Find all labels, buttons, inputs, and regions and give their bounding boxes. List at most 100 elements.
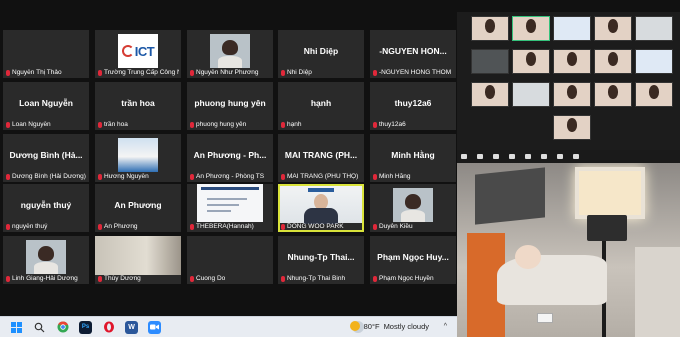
participant-tile[interactable]: trần hoa trần hoa	[95, 82, 181, 130]
photo-of-treatment-room	[457, 163, 680, 337]
participant-name-label: trần hoa	[98, 121, 179, 128]
participant-name-label: Hương Nguyễn	[98, 173, 179, 180]
participant-display-name: nguyễn thuý	[20, 200, 72, 211]
mic-muted-icon	[281, 173, 285, 180]
mic-muted-icon	[373, 121, 377, 128]
participant-tile[interactable]: Thùy Dương	[95, 236, 181, 284]
participant-tile[interactable]: MAI TRANG (PH... MAI TRANG (PHÚ THỌ)	[278, 134, 364, 182]
weather-desc: Mostly cloudy	[383, 321, 429, 331]
participant-name-label: Linh Giang-Hải Dương	[6, 275, 87, 282]
participant-name: Nguyễn Thị Thảo	[12, 69, 62, 76]
participant-name: hạnh	[287, 121, 302, 128]
participant-tile[interactable]: nguyễn thuý nguyễn thuý	[3, 184, 89, 232]
participant-tile[interactable]: -NGUYEN HON... -NGUYEN HONG THOM	[370, 30, 456, 78]
participant-tile[interactable]: Nguyễn Thị Thảo	[3, 30, 89, 78]
participant-name-label: Dương Bình (Hải Dương)	[6, 173, 87, 180]
participant-name-label: An Phương	[98, 223, 179, 230]
participant-name: Phạm Ngọc Huyền	[379, 275, 434, 282]
weather-temp: 80°F	[363, 321, 380, 331]
participant-tile[interactable]: Duyên Kiều	[370, 184, 456, 232]
participant-name: Hương Nguyễn	[104, 173, 149, 180]
mic-muted-icon	[6, 69, 10, 76]
participant-tile[interactable]: Loan Nguyễn Loan Nguyễn	[3, 82, 89, 130]
chrome-icon[interactable]	[56, 321, 69, 334]
mic-muted-icon	[190, 121, 194, 128]
screenshot-root: Nguyễn Thị Thảo ICT Trường Trung Cấp Công …	[0, 0, 680, 337]
participant-name: Minh Hằng	[379, 173, 411, 180]
participant-name: Duyên Kiều	[379, 223, 413, 230]
mic-muted-icon	[281, 121, 285, 128]
participant-tile[interactable]: Hương Nguyễn	[95, 134, 181, 182]
participant-name: Loan Nguyễn	[12, 121, 51, 128]
photo-zoom-titlebar	[457, 0, 680, 12]
participant-name: THEBERA(Hannah)	[196, 223, 254, 230]
tray-chevron-icon[interactable]: ^	[444, 323, 447, 330]
participant-name-label: Nguyễn Như Phương	[190, 69, 271, 76]
participant-tile[interactable]: THEBERA(Hannah)	[187, 184, 273, 232]
mic-muted-icon	[190, 275, 194, 282]
mic-muted-icon	[190, 69, 194, 76]
participant-name-label: An Phương - Phòng TS	[190, 173, 271, 180]
participant-tile[interactable]: thuy12a6 thuy12a6	[370, 82, 456, 130]
mic-muted-icon	[98, 223, 102, 230]
mic-muted-icon	[98, 173, 102, 180]
photoshop-icon[interactable]: Ps	[79, 320, 92, 334]
opera-icon[interactable]	[102, 321, 115, 334]
participant-tile[interactable]: Nhung-Tp Thai... Nhung-Tp Thai Binh	[278, 236, 364, 284]
word-icon[interactable]: W	[125, 320, 138, 334]
participant-tile[interactable]: Cuong Do	[187, 236, 273, 284]
participant-name: Linh Giang-Hải Dương	[12, 275, 78, 282]
participant-tile[interactable]: Linh Giang-Hải Dương	[3, 236, 89, 284]
participant-display-name: Loan Nguyễn	[19, 98, 73, 109]
mic-muted-icon	[190, 173, 194, 180]
weather-widget[interactable]: 80°F Mostly cloudy	[349, 321, 429, 331]
photo-panel	[457, 0, 680, 337]
participant-tile[interactable]: Nhi Diệp Nhi Diệp	[278, 30, 364, 78]
participant-name: trần hoa	[104, 121, 128, 128]
participant-tile[interactable]: An Phương An Phương	[95, 184, 181, 232]
group-photo-video	[118, 138, 158, 172]
participant-name: Thùy Dương	[104, 275, 141, 282]
participant-name-label: Nhung-Tp Thai Binh	[281, 275, 362, 282]
participant-tile[interactable]: ICT Trường Trung Cấp Công N...	[95, 30, 181, 78]
participant-tile[interactable]: Nguyễn Như Phương	[187, 30, 273, 78]
participant-display-name: An Phương	[114, 200, 162, 211]
mic-muted-icon	[98, 69, 102, 76]
mic-muted-icon	[6, 275, 10, 282]
participant-tile[interactable]: Dương Bình (Hả... Dương Bình (Hải Dương)	[3, 134, 89, 182]
participant-name: -NGUYEN HONG THOM	[379, 69, 452, 76]
mic-muted-icon	[98, 275, 102, 282]
participant-display-name: thuy12a6	[394, 98, 432, 109]
mic-muted-icon	[373, 69, 377, 76]
search-icon[interactable]	[33, 321, 46, 334]
participant-name: nguyễn thuý	[12, 223, 48, 230]
participant-name: thuy12a6	[379, 121, 406, 128]
participant-name: Nguyễn Như Phương	[196, 69, 259, 76]
participant-name-label: Nhi Diệp	[281, 69, 362, 76]
participant-tile[interactable]: hạnh hạnh	[278, 82, 364, 130]
shared-slide-video	[197, 184, 263, 222]
windows-icon[interactable]	[10, 321, 23, 334]
mic-muted-icon	[373, 223, 377, 230]
participant-display-name: Minh Hằng	[391, 150, 435, 161]
participant-tile[interactable]: An Phương - Ph... An Phương - Phòng TS	[187, 134, 273, 182]
participant-tile[interactable]: phuong hung yên phuong hung yên	[187, 82, 273, 130]
participant-name: Cuong Do	[196, 275, 226, 282]
zoom-gallery-view: Nguyễn Thị Thảo ICT Trường Trung Cấp Công …	[0, 0, 457, 316]
zoom-icon[interactable]	[148, 320, 161, 334]
participant-display-name: MAI TRANG (PH...	[284, 150, 358, 161]
participant-name-label: Duyên Kiều	[373, 223, 454, 230]
participant-name-label: MAI TRANG (PHÚ THỌ)	[281, 173, 362, 180]
mic-muted-icon	[190, 223, 194, 230]
participant-display-name: Dương Bình (Hả...	[9, 150, 83, 161]
mic-muted-icon	[98, 121, 102, 128]
participant-video	[210, 34, 250, 68]
participant-tile[interactable]: Minh Hằng Minh Hằng	[370, 134, 456, 182]
mic-muted-icon	[6, 173, 10, 180]
participant-tile[interactable]: Phạm Ngọc Huy... Phạm Ngọc Huyền	[370, 236, 456, 284]
ict-logo-video: ICT	[118, 34, 158, 68]
mic-muted-icon	[373, 173, 377, 180]
participant-tile[interactable]: DONG WOO PARK	[278, 184, 364, 232]
participant-name: Nhung-Tp Thai Binh	[287, 275, 346, 282]
participant-name-label: Trường Trung Cấp Công N...	[98, 69, 179, 76]
